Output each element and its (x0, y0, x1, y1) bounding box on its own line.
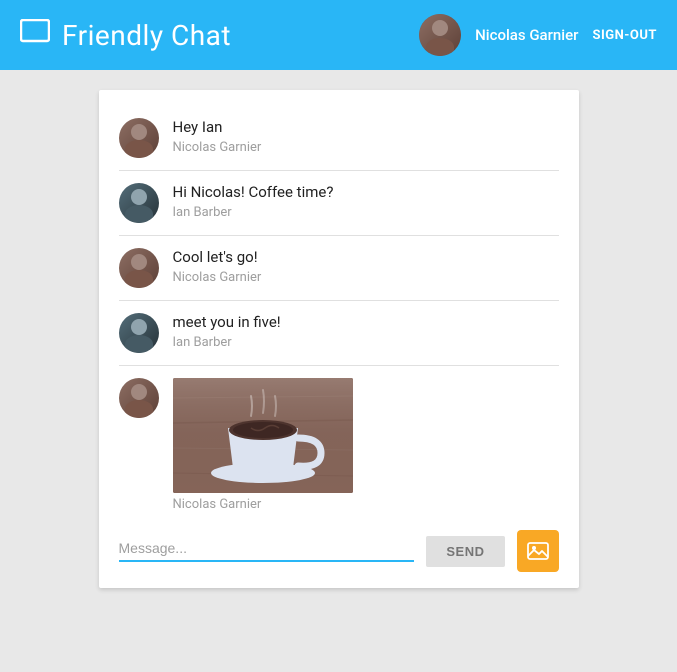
chat-container: Hey Ian Nicolas Garnier Hi Nicolas! Coff… (99, 90, 579, 588)
message-input[interactable] (119, 540, 415, 556)
message-row-image: Nicolas Garnier (119, 366, 559, 516)
avatar-ian-2 (119, 313, 159, 353)
sign-out-button[interactable]: SIGN-OUT (592, 28, 657, 43)
user-avatar-header (419, 14, 461, 56)
message-content-4: meet you in five! Ian Barber (173, 313, 281, 350)
avatar-nicolas-3 (119, 378, 159, 418)
message-row: Hi Nicolas! Coffee time? Ian Barber (119, 171, 559, 236)
message-text-4: meet you in five! (173, 313, 281, 331)
message-row: Cool let's go! Nicolas Garnier (119, 236, 559, 301)
message-author-2: Ian Barber (173, 205, 334, 220)
message-content-2: Hi Nicolas! Coffee time? Ian Barber (173, 183, 334, 220)
avatar-nicolas-1 (119, 118, 159, 158)
message-row: Hey Ian Nicolas Garnier (119, 106, 559, 171)
message-author-1: Nicolas Garnier (173, 140, 262, 155)
app-title: Friendly Chat (62, 19, 231, 52)
image-upload-button[interactable] (517, 530, 559, 572)
chat-icon (20, 19, 50, 52)
message-content-5: Nicolas Garnier (173, 378, 353, 512)
coffee-svg (173, 378, 353, 493)
message-author-5: Nicolas Garnier (173, 497, 353, 512)
messages-area: Hey Ian Nicolas Garnier Hi Nicolas! Coff… (99, 90, 579, 516)
user-name: Nicolas Garnier (475, 26, 578, 44)
avatar-ian-1 (119, 183, 159, 223)
input-underline (119, 560, 415, 562)
input-area: SEND (99, 516, 579, 588)
message-row: meet you in five! Ian Barber (119, 301, 559, 366)
message-image (173, 378, 353, 493)
send-button[interactable]: SEND (426, 536, 504, 567)
message-author-4: Ian Barber (173, 335, 281, 350)
message-text-3: Cool let's go! (173, 248, 262, 266)
coffee-image (173, 378, 353, 493)
message-text-1: Hey Ian (173, 118, 262, 136)
avatar-nicolas-2 (119, 248, 159, 288)
app-header: Friendly Chat Nicolas Garnier SIGN-OUT (0, 0, 677, 70)
header-left: Friendly Chat (20, 19, 231, 52)
message-text-2: Hi Nicolas! Coffee time? (173, 183, 334, 201)
message-content-1: Hey Ian Nicolas Garnier (173, 118, 262, 155)
header-right: Nicolas Garnier SIGN-OUT (419, 14, 657, 56)
message-input-wrapper (119, 540, 415, 562)
message-content-3: Cool let's go! Nicolas Garnier (173, 248, 262, 285)
image-upload-icon (527, 540, 549, 562)
message-author-3: Nicolas Garnier (173, 270, 262, 285)
main-content: Hey Ian Nicolas Garnier Hi Nicolas! Coff… (0, 70, 677, 588)
